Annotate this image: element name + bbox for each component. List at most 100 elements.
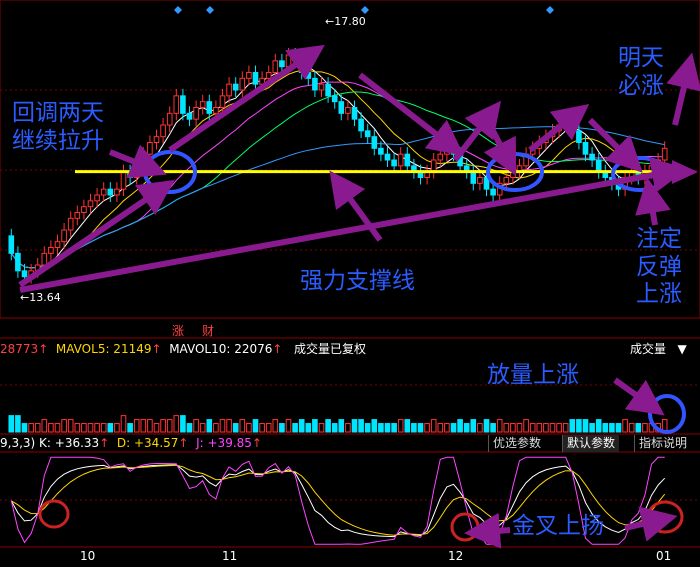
candle[interactable] xyxy=(173,95,180,114)
candle[interactable] xyxy=(331,95,338,103)
candle[interactable] xyxy=(120,171,127,190)
candle[interactable] xyxy=(239,77,246,91)
candle[interactable] xyxy=(391,159,397,167)
candle[interactable] xyxy=(345,107,351,114)
candle[interactable] xyxy=(54,241,61,249)
candle[interactable] xyxy=(147,142,153,155)
candle[interactable] xyxy=(661,147,668,161)
candle[interactable] xyxy=(226,83,232,97)
candle[interactable] xyxy=(351,107,358,120)
volume-bar xyxy=(318,423,325,433)
candle[interactable] xyxy=(384,153,391,161)
kdj-param: 9,3,3) xyxy=(0,436,36,450)
candle[interactable] xyxy=(364,130,371,138)
volume-bar xyxy=(523,419,529,433)
month-label: 01 xyxy=(656,549,672,563)
volume-bar xyxy=(54,423,61,433)
volume-bar xyxy=(622,419,628,433)
candle[interactable] xyxy=(576,130,582,143)
candle[interactable] xyxy=(213,107,219,114)
candle[interactable] xyxy=(338,101,345,114)
candle[interactable] xyxy=(114,188,120,196)
volume-bar xyxy=(180,415,186,433)
candle[interactable] xyxy=(437,153,444,161)
calendar-mark-2[interactable]: 财 xyxy=(202,322,214,339)
volume-bar xyxy=(120,415,127,433)
candle[interactable] xyxy=(272,60,279,73)
candle[interactable] xyxy=(292,54,298,62)
volume-selector[interactable]: 成交量 ▼ xyxy=(630,340,687,357)
candle[interactable] xyxy=(87,200,94,208)
kdj-j-label: J: +39.85 xyxy=(196,436,252,450)
calendar-mark-1[interactable]: 涨 xyxy=(172,322,184,339)
candle[interactable] xyxy=(470,171,477,184)
candle[interactable] xyxy=(582,142,589,155)
kdj-header: 9,3,3) K: +36.33↑ D: +34.57↑ J: +39.85↑ xyxy=(0,436,262,450)
candle[interactable] xyxy=(371,136,378,149)
candle[interactable] xyxy=(8,235,15,254)
candle[interactable] xyxy=(595,159,602,173)
candle[interactable] xyxy=(160,124,166,138)
candle[interactable] xyxy=(186,112,193,120)
candle[interactable] xyxy=(444,147,450,155)
candle[interactable] xyxy=(219,95,226,109)
candle[interactable] xyxy=(503,177,510,184)
volume-bar xyxy=(87,423,94,433)
candle[interactable] xyxy=(61,229,67,243)
candle[interactable] xyxy=(153,136,160,144)
candle[interactable] xyxy=(325,83,331,97)
volume-bar xyxy=(364,423,371,433)
candle[interactable] xyxy=(358,118,364,132)
candle[interactable] xyxy=(397,153,404,167)
candle[interactable] xyxy=(15,252,21,272)
volume-bar xyxy=(21,423,28,433)
tab-preferred-params[interactable]: 优选参数 xyxy=(488,435,545,452)
candle[interactable] xyxy=(430,159,437,173)
candle[interactable] xyxy=(166,112,173,126)
candle[interactable] xyxy=(21,270,28,278)
volume-bar xyxy=(239,419,246,433)
candle[interactable] xyxy=(232,83,239,91)
volume-bar xyxy=(384,423,391,433)
mavol5-label: MAVOL5: 21149 xyxy=(55,342,152,356)
tab-default-params[interactable]: 默认参数 xyxy=(562,435,620,452)
volume-bar xyxy=(345,423,351,433)
annotation-support: 强力支撑线 xyxy=(300,268,415,294)
candle[interactable] xyxy=(94,194,100,202)
candle[interactable] xyxy=(41,252,48,266)
candle[interactable] xyxy=(199,101,206,108)
candle[interactable] xyxy=(193,107,199,120)
candle[interactable] xyxy=(305,72,312,79)
candle[interactable] xyxy=(312,77,318,91)
candle[interactable] xyxy=(67,217,74,231)
volume-header: 28773↑ MAVOL5: 21149↑ MAVOL10: 22076↑ 成交… xyxy=(0,340,366,357)
volume-bar xyxy=(81,423,87,433)
candle[interactable] xyxy=(490,188,496,196)
cross-circle xyxy=(450,512,480,542)
candle[interactable] xyxy=(180,95,186,114)
volume-bar xyxy=(404,419,411,433)
candle[interactable] xyxy=(404,153,411,167)
candle[interactable] xyxy=(107,188,114,196)
candle[interactable] xyxy=(477,177,483,184)
candle[interactable] xyxy=(450,147,457,155)
volume-bar xyxy=(213,423,219,433)
up-arrow-icon: ↑ xyxy=(99,436,110,450)
candle[interactable] xyxy=(265,72,272,79)
candle[interactable] xyxy=(206,101,213,114)
candle[interactable] xyxy=(100,188,107,196)
candle[interactable] xyxy=(279,60,285,68)
chevron-down-icon: ▼ xyxy=(677,342,687,356)
candle[interactable] xyxy=(74,212,81,219)
tab-indicator-help[interactable]: 指标说明 xyxy=(634,435,691,452)
candle[interactable] xyxy=(318,83,325,91)
candle[interactable] xyxy=(48,247,54,254)
volume-bar xyxy=(67,419,74,433)
candle[interactable] xyxy=(81,206,87,214)
candle[interactable] xyxy=(589,153,595,161)
candle[interactable] xyxy=(246,72,252,79)
kdj-k-label: K: +36.33 xyxy=(39,436,100,450)
volume-bar xyxy=(259,423,265,433)
candle[interactable] xyxy=(252,72,259,85)
candle[interactable] xyxy=(378,147,384,155)
